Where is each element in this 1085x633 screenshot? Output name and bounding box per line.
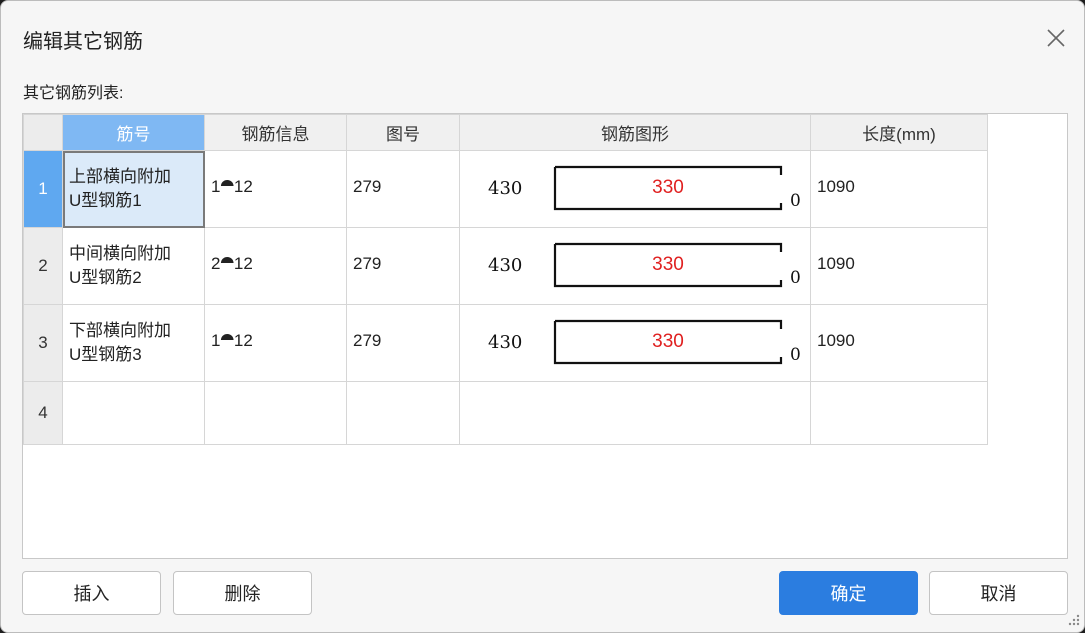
row-number[interactable]: 3 (23, 304, 63, 382)
shape-code-cell[interactable] (346, 381, 460, 445)
rebar-name-line: 中间横向附加 (69, 244, 171, 263)
length-cell[interactable]: 1090 (810, 304, 988, 382)
dialog-title: 编辑其它钢筋 (23, 31, 143, 53)
rebar-shape-cell[interactable] (459, 381, 811, 445)
shape-code-cell[interactable]: 279 (346, 304, 460, 382)
row-number[interactable]: 2 (23, 227, 63, 305)
rebar-info-cell[interactable] (204, 381, 347, 445)
table-header-row: 筋号 钢筋信息 图号 钢筋图形 长度(mm) (23, 114, 988, 151)
shape-dimension-middle: 330 (652, 331, 684, 352)
rebar-name-line: U型钢筋2 (69, 268, 142, 287)
rebar-shape-cell[interactable]: 430 330 0 (459, 304, 811, 382)
list-label: 其它钢筋列表: (23, 85, 124, 102)
column-header-name[interactable]: 筋号 (62, 114, 205, 151)
rebar-shape-cell[interactable]: 430 330 0 (459, 150, 811, 228)
rebar-info-cell[interactable]: 2⯊12 (204, 227, 347, 305)
rebar-name-line: 下部横向附加 (69, 321, 171, 340)
ok-button[interactable]: 确定 (779, 571, 918, 615)
cancel-button[interactable]: 取消 (929, 571, 1068, 615)
rebar-name-cell[interactable]: 下部横向附加 U型钢筋3 (62, 304, 205, 382)
shape-dimension-left: 430 (488, 178, 523, 199)
resize-grip-icon[interactable] (1067, 613, 1081, 627)
rebar-name-line: U型钢筋3 (69, 345, 142, 364)
rebar-name-cell[interactable]: 中间横向附加 U型钢筋2 (62, 227, 205, 305)
table-row[interactable]: 4 (23, 381, 988, 445)
rebar-grid[interactable]: 筋号 钢筋信息 图号 钢筋图形 长度(mm) 1 上部横向附加 U型钢筋1 1⯊… (22, 113, 1068, 559)
rebar-name-cell[interactable]: 上部横向附加 U型钢筋1 (62, 150, 205, 228)
rebar-info-cell[interactable]: 1⯊12 (204, 304, 347, 382)
corner-cell[interactable] (23, 114, 63, 151)
table-row[interactable]: 1 上部横向附加 U型钢筋1 1⯊12 279 430 330 0 1090 (23, 150, 988, 228)
row-number[interactable]: 1 (23, 150, 63, 228)
edit-other-rebar-dialog: 编辑其它钢筋 其它钢筋列表: 筋号 钢筋信息 图号 钢筋图形 长度(mm) 1 … (0, 0, 1085, 633)
shape-code-cell[interactable]: 279 (346, 150, 460, 228)
close-icon (1047, 29, 1065, 47)
row-number[interactable]: 4 (23, 381, 63, 445)
shape-dimension-right: 0 (790, 191, 801, 211)
shape-dimension-middle: 330 (652, 254, 684, 275)
shape-dimension-right: 0 (790, 268, 801, 288)
insert-button[interactable]: 插入 (22, 571, 161, 615)
rebar-name-line: U型钢筋1 (69, 191, 142, 210)
close-button[interactable] (1041, 23, 1071, 53)
rebar-name-cell[interactable] (62, 381, 205, 445)
rebar-shape-cell[interactable]: 430 330 0 (459, 227, 811, 305)
shape-dimension-left: 430 (488, 332, 523, 353)
length-cell[interactable]: 1090 (810, 227, 988, 305)
length-cell[interactable] (810, 381, 988, 445)
table-row[interactable]: 2 中间横向附加 U型钢筋2 2⯊12 279 430 330 0 1090 (23, 227, 988, 305)
delete-button[interactable]: 删除 (173, 571, 312, 615)
column-header-length[interactable]: 长度(mm) (810, 114, 988, 151)
column-header-info[interactable]: 钢筋信息 (204, 114, 347, 151)
length-cell[interactable]: 1090 (810, 150, 988, 228)
rebar-table: 筋号 钢筋信息 图号 钢筋图形 长度(mm) 1 上部横向附加 U型钢筋1 1⯊… (23, 114, 988, 445)
rebar-info-cell[interactable]: 1⯊12 (204, 150, 347, 228)
table-row[interactable]: 3 下部横向附加 U型钢筋3 1⯊12 279 430 330 0 1090 (23, 304, 988, 382)
shape-dimension-middle: 330 (652, 177, 684, 198)
shape-code-cell[interactable]: 279 (346, 227, 460, 305)
rebar-name-line: 上部横向附加 (69, 167, 171, 186)
shape-dimension-right: 0 (790, 345, 801, 365)
shape-dimension-left: 430 (488, 255, 523, 276)
column-header-code[interactable]: 图号 (346, 114, 460, 151)
column-header-shape[interactable]: 钢筋图形 (459, 114, 811, 151)
